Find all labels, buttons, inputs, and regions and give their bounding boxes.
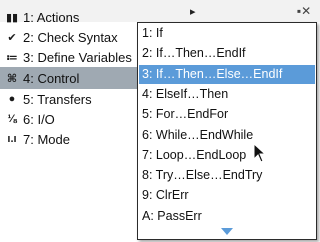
io-icon: ⅛	[7, 113, 17, 125]
mode-icon: ı.ı	[7, 133, 17, 145]
mouse-pointer-icon	[253, 143, 267, 163]
check-syntax-icon: ✔	[7, 31, 17, 44]
main-menu: ▮▮ 1: Actions ✔ 2: Check Syntax ≔ 3: Define V…	[0, 6, 140, 186]
main-menu-item-label: 5: Transfers	[23, 91, 92, 107]
submenu-item[interactable]: A: PassErr	[139, 207, 315, 226]
window-control-icon[interactable]: ▪✕	[292, 2, 316, 20]
main-menu-item-label: 1: Actions	[23, 9, 80, 25]
submenu-item[interactable]: 8: Try…Else…EndTry	[139, 166, 315, 185]
submenu-item[interactable]: 2: If…Then…EndIf	[139, 44, 315, 63]
main-menu-item-label: 3: Define Variables	[23, 49, 132, 65]
submenu-item[interactable]: 6: While…EndWhile	[139, 126, 315, 145]
main-menu-item-label: 6: I/O	[23, 111, 55, 127]
submenu-item[interactable]: 3: If…Then…Else…EndIf	[139, 64, 315, 84]
main-menu-item-6[interactable]: ⅛ 6: I/O	[0, 108, 140, 130]
calculator-screen: ▸ ▪✕ ▮▮ 1: Actions ✔ 2: Check Syntax ≔ 3: Def…	[0, 0, 320, 242]
main-menu-item-3[interactable]: ≔ 3: Define Variables	[0, 46, 140, 68]
main-menu-item-1[interactable]: ▮▮ 1: Actions	[0, 6, 140, 28]
main-menu-item-7[interactable]: ı.ı 7: Mode	[0, 128, 140, 150]
control-icon: ⌘	[6, 72, 18, 85]
define-variables-icon: ≔	[6, 51, 18, 64]
submenu-item[interactable]: 1: If	[139, 24, 315, 43]
cursor-marker-icon: ▸	[190, 6, 196, 18]
actions-icon: ▮▮	[5, 11, 19, 24]
chevron-down-icon[interactable]	[221, 228, 233, 236]
submenu-item[interactable]: 5: For…EndFor	[139, 105, 315, 124]
main-menu-item-label: 2: Check Syntax	[23, 29, 118, 45]
main-menu-item-2[interactable]: ✔ 2: Check Syntax	[0, 26, 140, 48]
main-menu-item-label: 4: Control	[23, 70, 80, 86]
submenu-item[interactable]: 4: ElseIf…Then	[139, 85, 315, 104]
main-menu-item-5[interactable]: ● 5: Transfers	[0, 88, 140, 110]
submenu-item[interactable]: 7: Loop…EndLoop	[139, 146, 315, 165]
submenu-item[interactable]: 9: ClrErr	[139, 186, 315, 205]
transfers-icon: ●	[8, 93, 16, 105]
main-menu-item-label: 7: Mode	[23, 131, 70, 147]
main-menu-item-4[interactable]: ⌘ 4: Control	[0, 67, 140, 89]
control-submenu: 1: If 2: If…Then…EndIf 3: If…Then…Else…End…	[137, 22, 317, 240]
